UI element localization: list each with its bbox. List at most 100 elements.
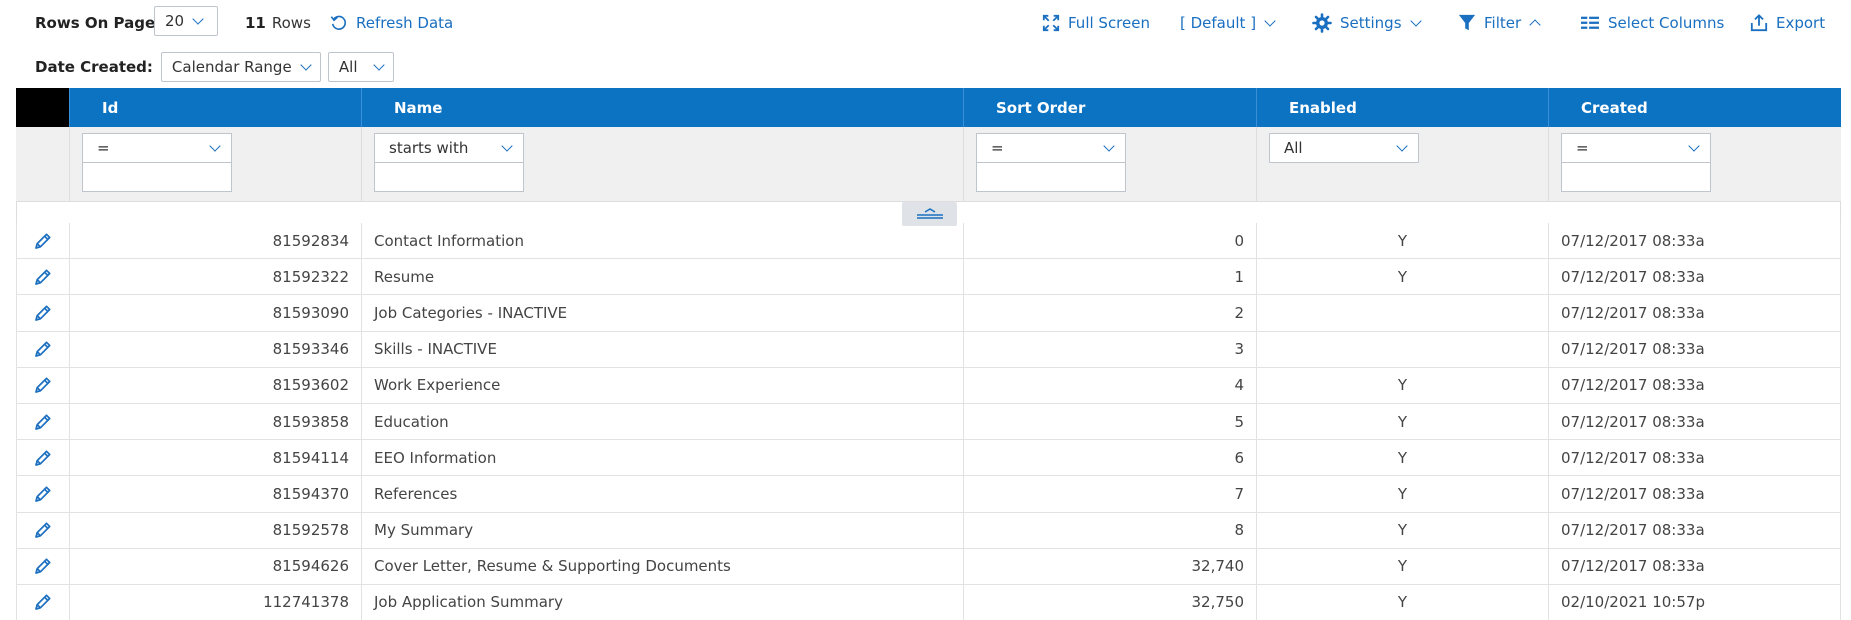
table-row: 81593602 Work Experience 4 Y 07/12/2017 08:3…	[16, 367, 1841, 404]
chevron-down-icon	[501, 139, 513, 152]
cell-enabled: Y	[1256, 548, 1548, 584]
cell-name: Cover Letter, Resume & Supporting Docume…	[361, 548, 963, 584]
cell-id: 81593602	[69, 367, 361, 403]
cell-name: Skills - INACTIVE	[361, 331, 963, 367]
row-count-value: 11	[245, 14, 266, 32]
edit-row-button[interactable]	[16, 223, 69, 259]
cell-id: 81594370	[69, 476, 361, 512]
cell-name: My Summary	[361, 512, 963, 548]
row-count: 11 Rows	[245, 10, 311, 36]
pencil-icon	[35, 522, 51, 538]
pencil-icon	[35, 305, 51, 321]
header-name[interactable]: Name	[361, 88, 963, 127]
filter-id-cell: =	[69, 127, 361, 201]
date-all-select[interactable]: All	[327, 52, 394, 82]
id-operator-select[interactable]: =	[82, 133, 232, 163]
name-operator-select[interactable]: starts with	[374, 133, 524, 163]
cell-sort-order: 3	[963, 331, 1256, 367]
cell-created: 07/12/2017 08:33a	[1548, 548, 1841, 584]
select-columns-button[interactable]: Select Columns	[1580, 10, 1724, 36]
edit-row-button[interactable]	[16, 548, 69, 584]
cell-enabled: Y	[1256, 223, 1548, 259]
cell-created: 07/12/2017 08:33a	[1548, 295, 1841, 331]
select-columns-label: Select Columns	[1608, 14, 1725, 32]
header-enabled[interactable]: Enabled	[1256, 88, 1548, 127]
edit-row-button[interactable]	[16, 440, 69, 476]
settings-button[interactable]: Settings	[1312, 10, 1422, 36]
cell-sort-order: 1	[963, 259, 1256, 295]
sort-filter-input[interactable]	[976, 162, 1126, 192]
name-filter-input[interactable]	[374, 162, 524, 192]
rows-on-page-label: Rows On Page	[35, 14, 156, 32]
full-screen-label: Full Screen	[1068, 14, 1150, 32]
cell-id: 81593090	[69, 295, 361, 331]
filter-row: = starts with = All =	[16, 127, 1841, 202]
date-created-label: Date Created:	[35, 58, 153, 76]
enabled-value: All	[1284, 139, 1303, 157]
header-created[interactable]: Created	[1548, 88, 1841, 127]
edit-row-button[interactable]	[16, 476, 69, 512]
sort-operator-select[interactable]: =	[976, 133, 1126, 163]
table-row: 81593090 Job Categories - INACTIVE 2 07/12/…	[16, 295, 1841, 332]
sort-operator-value: =	[991, 139, 1004, 157]
cell-sort-order: 32,740	[963, 548, 1256, 584]
cell-id: 112741378	[69, 584, 361, 620]
chevron-down-icon	[209, 139, 221, 152]
refresh-data-button[interactable]: Refresh Data	[330, 10, 453, 36]
export-button[interactable]: Export	[1750, 10, 1825, 36]
edit-row-button[interactable]	[16, 512, 69, 548]
edit-row-button[interactable]	[16, 259, 69, 295]
pencil-icon	[35, 594, 51, 611]
cell-id: 81594626	[69, 548, 361, 584]
cell-sort-order: 4	[963, 367, 1256, 403]
collapse-icon	[916, 208, 943, 219]
edit-row-button[interactable]	[16, 367, 69, 403]
refresh-icon	[330, 15, 347, 30]
collapse-filter-button[interactable]	[902, 202, 957, 226]
header-id[interactable]: Id	[69, 88, 361, 127]
header-sort-order[interactable]: Sort Order	[963, 88, 1256, 127]
rows-on-page-select[interactable]: 20	[154, 6, 218, 36]
cell-enabled: Y	[1256, 440, 1548, 476]
cell-id: 81593346	[69, 331, 361, 367]
cell-id: 81592322	[69, 259, 361, 295]
filter-button[interactable]: Filter	[1458, 10, 1541, 36]
edit-row-button[interactable]	[16, 403, 69, 440]
full-screen-button[interactable]: Full Screen	[1042, 10, 1150, 36]
table-row: 81592322 Resume 1 Y 07/12/2017 08:33a	[16, 259, 1841, 296]
cell-created: 07/12/2017 08:33a	[1548, 476, 1841, 512]
chevron-up-icon	[1529, 19, 1541, 31]
cell-id: 81592578	[69, 512, 361, 548]
filter-sort-cell: =	[963, 127, 1256, 201]
refresh-data-label: Refresh Data	[356, 14, 454, 32]
cell-name: Job Application Summary	[361, 584, 963, 620]
funnel-icon	[1458, 14, 1476, 31]
cell-name: Resume	[361, 259, 963, 295]
cell-name: Education	[361, 403, 963, 440]
created-operator-value: =	[1576, 139, 1589, 157]
enabled-select[interactable]: All	[1269, 133, 1419, 163]
settings-label: Settings	[1340, 14, 1402, 32]
edit-row-button[interactable]	[16, 295, 69, 331]
pencil-icon	[35, 486, 51, 502]
pencil-icon	[35, 341, 51, 358]
cell-sort-order: 7	[963, 476, 1256, 512]
filter-edit-cell	[16, 127, 69, 201]
grid-header: Id Name Sort Order Enabled Created	[16, 88, 1841, 127]
filter-enabled-cell: All	[1256, 127, 1548, 201]
created-filter-input[interactable]	[1561, 162, 1711, 192]
date-all-value: All	[338, 58, 358, 76]
cell-enabled: Y	[1256, 584, 1548, 620]
pencil-icon	[35, 269, 51, 285]
cell-sort-order: 0	[963, 223, 1256, 259]
header-edit-column	[16, 88, 69, 127]
edit-row-button[interactable]	[16, 584, 69, 620]
chevron-down-icon	[373, 58, 385, 71]
view-select[interactable]: [ Default ]	[1180, 10, 1276, 36]
id-filter-input[interactable]	[82, 162, 232, 192]
cell-created: 07/12/2017 08:33a	[1548, 440, 1841, 476]
pencil-icon	[35, 558, 51, 575]
date-range-select[interactable]: Calendar Range	[160, 52, 321, 82]
edit-row-button[interactable]	[16, 331, 69, 367]
created-operator-select[interactable]: =	[1561, 133, 1711, 163]
